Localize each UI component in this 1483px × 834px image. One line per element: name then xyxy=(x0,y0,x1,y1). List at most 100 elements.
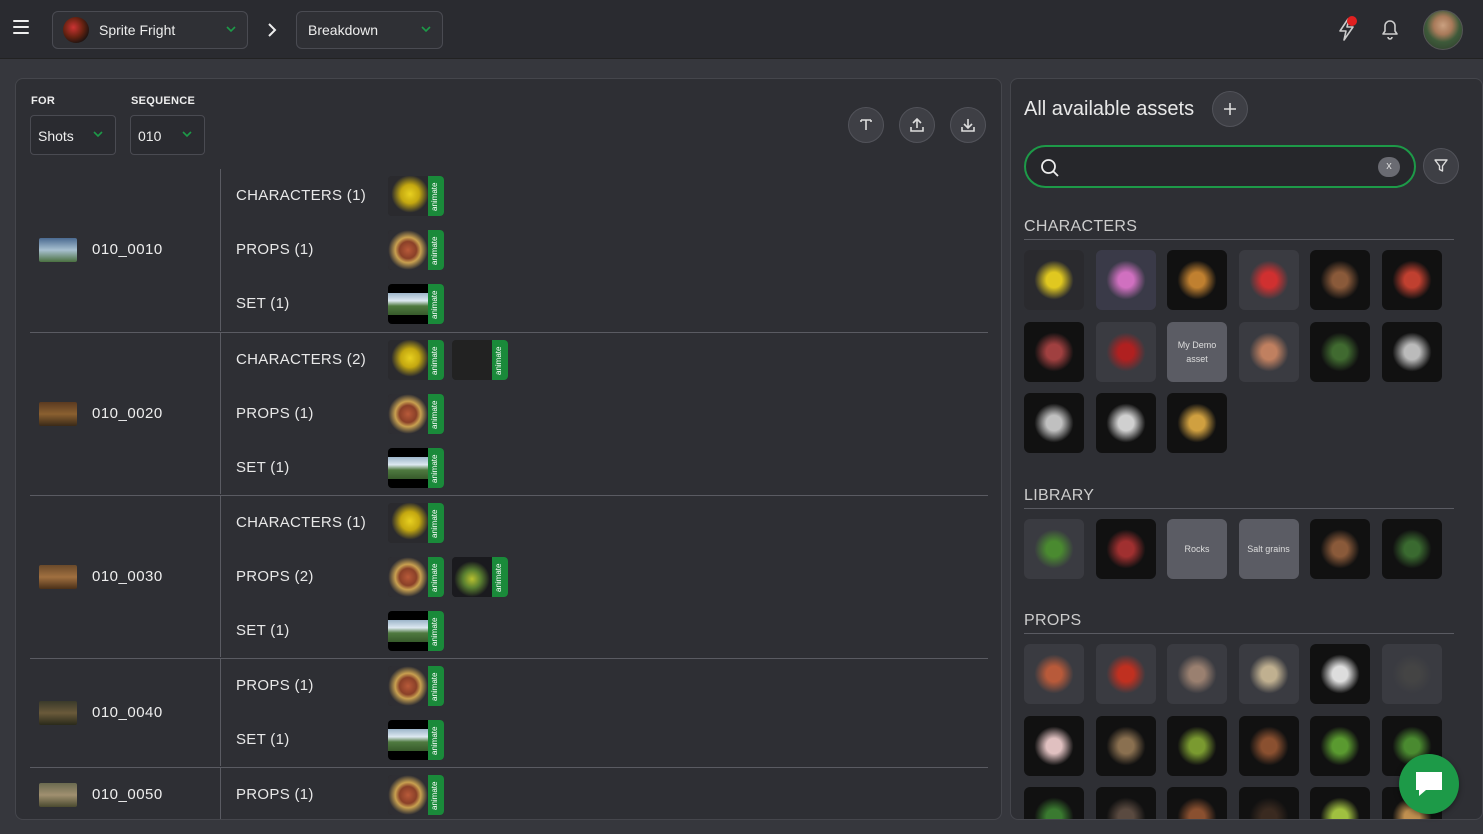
production-selector[interactable]: Sprite Fright xyxy=(52,11,248,49)
for-select[interactable]: Shots xyxy=(30,115,116,155)
asset-chip-bird[interactable]: animate xyxy=(388,176,444,216)
breakdown-panel: FOR Shots SEQUENCE 010 010_0010 CHARACTER… xyxy=(15,78,1002,820)
asset-chip-props[interactable]: animate xyxy=(388,230,444,270)
asset-thumbnail xyxy=(388,775,428,815)
news-icon[interactable] xyxy=(1333,15,1359,43)
asset-chip-ladybug[interactable]: animate xyxy=(452,340,508,380)
asset-tile[interactable] xyxy=(1024,787,1084,819)
status-tag-label: animate xyxy=(430,236,439,265)
asset-tile[interactable] xyxy=(1167,787,1227,819)
asset-tile[interactable]: Rocks xyxy=(1167,518,1227,579)
asset-tile[interactable] xyxy=(1167,644,1227,704)
asset-tile[interactable] xyxy=(1238,715,1299,776)
asset-tile[interactable] xyxy=(1024,393,1084,453)
asset-tile[interactable]: Salt grains xyxy=(1238,518,1299,579)
asset-category-label: SET (1) xyxy=(236,622,290,639)
asset-chip-tree[interactable]: animate xyxy=(452,557,508,597)
asset-tile[interactable] xyxy=(1024,250,1084,310)
asset-category-label: PROPS (1) xyxy=(236,786,314,803)
asset-tile[interactable] xyxy=(1238,644,1299,704)
hamburger-icon[interactable] xyxy=(13,20,29,34)
status-tag-label: animate xyxy=(430,346,439,375)
status-tag: animate xyxy=(428,720,444,760)
chat-button[interactable] xyxy=(1399,754,1459,814)
shot-thumbnail[interactable] xyxy=(39,402,77,426)
asset-tile[interactable] xyxy=(1381,321,1442,382)
asset-tile[interactable] xyxy=(1238,787,1299,819)
asset-chip-props[interactable]: animate xyxy=(388,394,444,434)
asset-search-input[interactable]: x xyxy=(1024,145,1416,188)
asset-chip-bird[interactable]: animate xyxy=(388,340,444,380)
asset-tile[interactable] xyxy=(1095,321,1156,382)
asset-chip-set[interactable]: animate xyxy=(388,448,444,488)
shot-name[interactable]: 010_0030 xyxy=(92,568,163,585)
asset-tile[interactable] xyxy=(1310,321,1370,382)
asset-chip-set[interactable]: animate xyxy=(388,284,444,324)
notification-bell-icon[interactable] xyxy=(1377,15,1403,43)
asset-tile[interactable] xyxy=(1167,393,1227,453)
asset-tile[interactable] xyxy=(1024,321,1084,382)
asset-tile[interactable] xyxy=(1095,393,1156,453)
asset-tile[interactable] xyxy=(1167,715,1227,776)
asset-tile[interactable] xyxy=(1095,715,1156,776)
sequence-select[interactable]: 010 xyxy=(130,115,205,155)
asset-category-label: PROPS (2) xyxy=(236,568,314,585)
asset-tile[interactable] xyxy=(1024,715,1084,776)
asset-tile[interactable] xyxy=(1381,644,1442,704)
asset-tile[interactable] xyxy=(1310,250,1370,310)
text-mode-button[interactable] xyxy=(848,107,884,143)
asset-tile[interactable] xyxy=(1238,321,1299,382)
status-tag: animate xyxy=(428,176,444,216)
upload-button[interactable] xyxy=(899,107,935,143)
section-selector[interactable]: Breakdown xyxy=(296,11,443,49)
status-tag-label: animate xyxy=(430,617,439,646)
asset-tile[interactable] xyxy=(1095,250,1156,310)
download-button[interactable] xyxy=(950,107,986,143)
asset-thumbnail xyxy=(388,503,428,543)
asset-thumbnail xyxy=(388,557,428,597)
asset-tile[interactable] xyxy=(1095,518,1156,579)
asset-tile[interactable] xyxy=(1310,715,1370,776)
asset-category-label: CHARACTERS (1) xyxy=(236,514,367,531)
asset-tile[interactable]: My Demo asset xyxy=(1167,321,1227,382)
shot-thumbnail[interactable] xyxy=(39,783,77,807)
asset-chip-props[interactable]: animate xyxy=(388,666,444,706)
asset-thumbnail xyxy=(388,611,428,651)
asset-tile[interactable] xyxy=(1381,518,1442,579)
shot-name[interactable]: 010_0040 xyxy=(92,704,163,721)
section-name: Breakdown xyxy=(308,22,379,38)
asset-tile[interactable] xyxy=(1310,787,1370,819)
status-tag-label: animate xyxy=(430,454,439,483)
filter-button[interactable] xyxy=(1423,148,1459,184)
asset-tile[interactable] xyxy=(1095,787,1156,819)
user-avatar[interactable] xyxy=(1423,10,1463,50)
shot-name[interactable]: 010_0020 xyxy=(92,405,163,422)
shot-thumbnail[interactable] xyxy=(39,238,77,262)
asset-tile[interactable] xyxy=(1310,518,1370,579)
asset-thumbnail xyxy=(388,720,428,760)
clear-search-button[interactable]: x xyxy=(1378,157,1400,177)
asset-thumbnail xyxy=(452,557,492,597)
asset-tile[interactable] xyxy=(1381,250,1442,310)
shot-name[interactable]: 010_0010 xyxy=(92,241,163,258)
asset-tile[interactable] xyxy=(1024,518,1084,579)
asset-chip-props[interactable]: animate xyxy=(388,557,444,597)
add-asset-button[interactable] xyxy=(1212,91,1248,127)
asset-section-title: LIBRARY xyxy=(1024,487,1454,509)
shot-name[interactable]: 010_0050 xyxy=(92,786,163,803)
asset-chip-props[interactable]: animate xyxy=(388,775,444,815)
asset-tile[interactable] xyxy=(1024,644,1084,704)
shot-thumbnail[interactable] xyxy=(39,701,77,725)
asset-tile[interactable] xyxy=(1238,250,1299,310)
shot-thumbnail[interactable] xyxy=(39,565,77,589)
asset-chip-set[interactable]: animate xyxy=(388,611,444,651)
asset-tile[interactable] xyxy=(1167,250,1227,310)
status-tag: animate xyxy=(428,503,444,543)
asset-chip-bird[interactable]: animate xyxy=(388,503,444,543)
asset-tile[interactable] xyxy=(1310,644,1370,704)
asset-section-title: PROPS xyxy=(1024,612,1454,634)
asset-chip-set[interactable]: animate xyxy=(388,720,444,760)
status-tag: animate xyxy=(428,284,444,324)
status-tag: animate xyxy=(428,557,444,597)
asset-tile[interactable] xyxy=(1095,644,1156,704)
